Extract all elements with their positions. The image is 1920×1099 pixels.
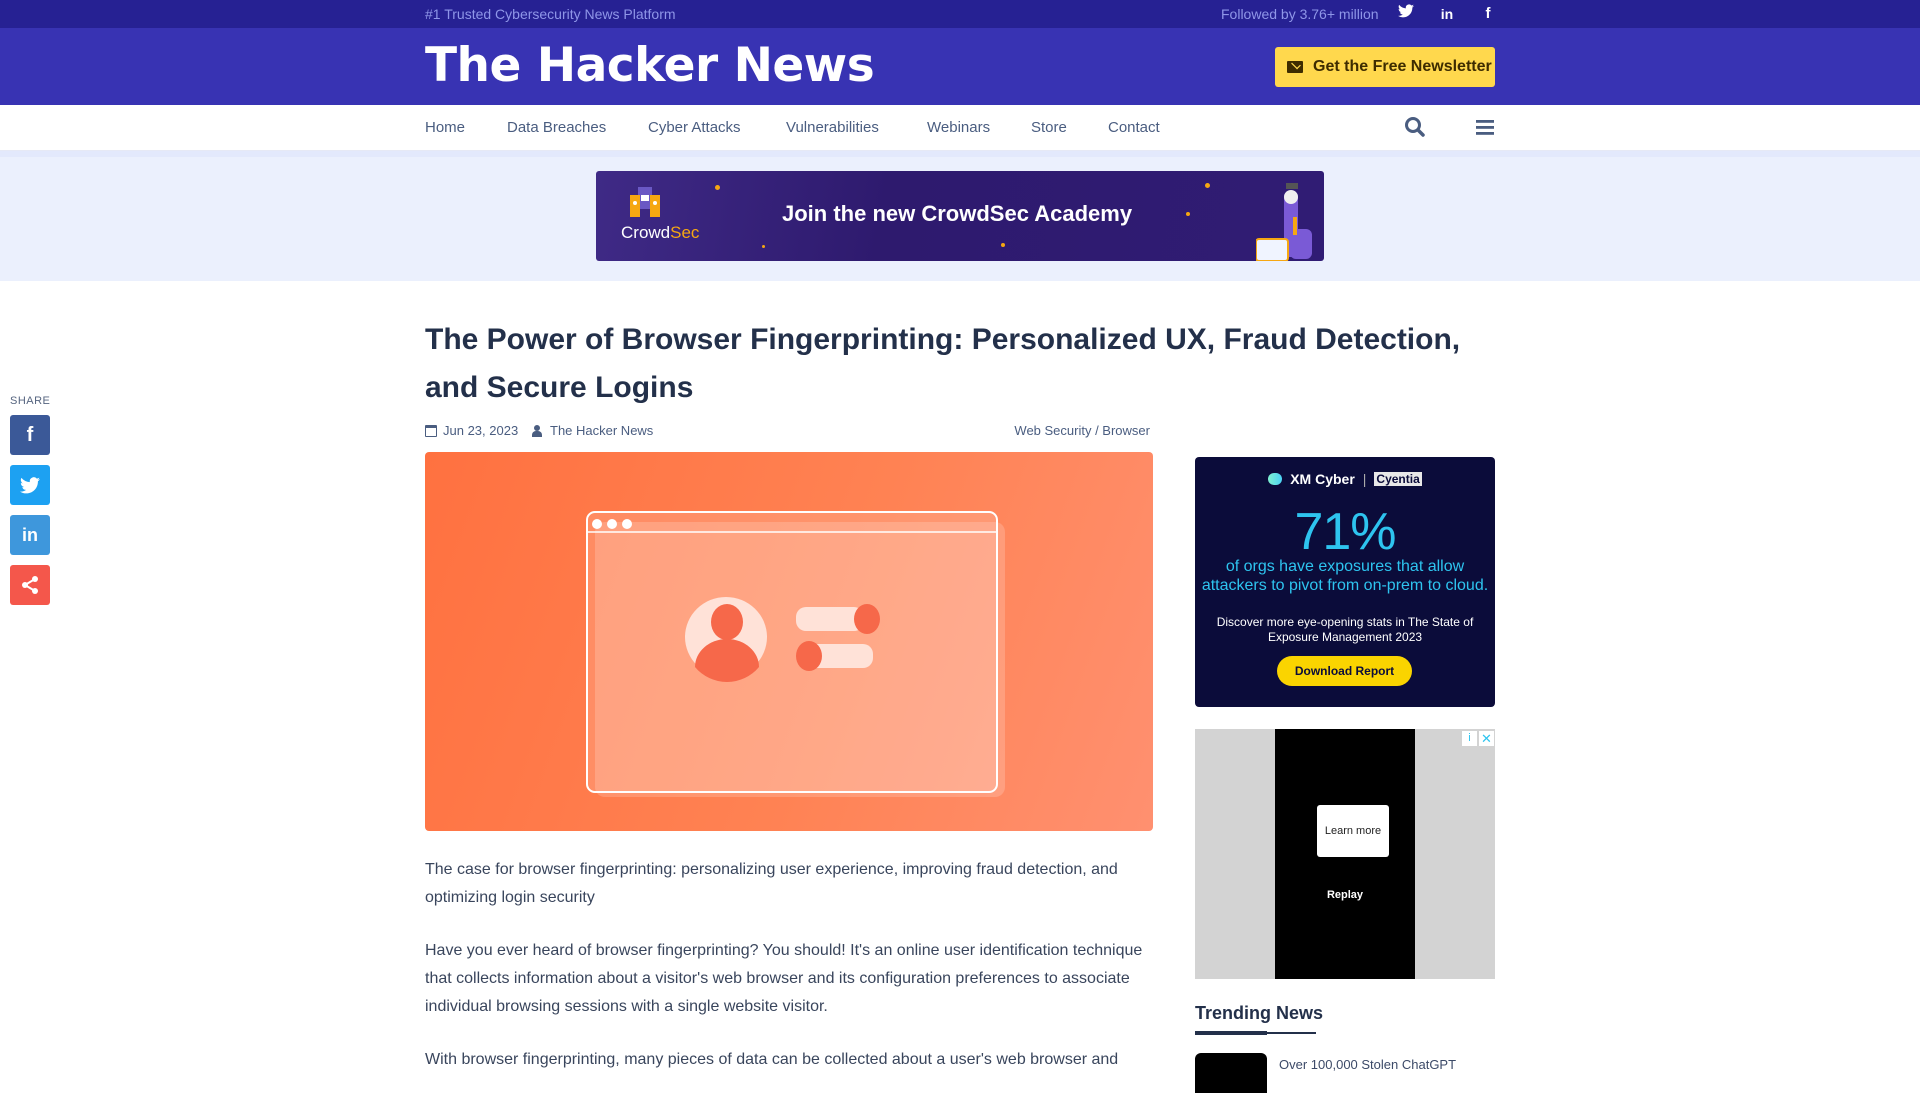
trending-thumbnail (1195, 1053, 1267, 1093)
article-meta: Jun 23, 2023 The Hacker News Web Securit… (425, 423, 1150, 441)
video-player[interactable]: Learn more Replay (1275, 729, 1415, 979)
nav-contact[interactable]: Contact (1108, 119, 1160, 136)
ad-stat: 71% (1294, 503, 1396, 561)
nav-data-breaches[interactable]: Data Breaches (507, 119, 606, 136)
hero-image (425, 452, 1153, 831)
replay-button[interactable]: Replay (1275, 889, 1415, 901)
article-body: The case for browser fingerprinting: per… (425, 856, 1153, 1099)
envelope-icon (1287, 61, 1303, 73)
search-icon[interactable] (1403, 115, 1429, 141)
decor-dot (715, 185, 720, 190)
divider: | (1362, 471, 1367, 487)
article-paragraph: With browser fingerprinting, many pieces… (425, 1051, 1119, 1068)
brand-xm-cyber: XM Cyber (1290, 471, 1355, 487)
decor-dot (762, 245, 765, 248)
nav-home[interactable]: Home (425, 119, 465, 136)
article-author: The Hacker News (532, 423, 653, 438)
llama-mascot-icon (1256, 183, 1312, 261)
learn-more-button[interactable]: Learn more (1317, 805, 1389, 857)
brand-crowd: Crowd (621, 223, 671, 242)
main-nav: Home Data Breaches Cyber Attacks Vulnera… (0, 105, 1920, 151)
site-header: The Hacker News Get the Free Newsletter (0, 28, 1920, 105)
nav-vulnerabilities[interactable]: Vulnerabilities (786, 119, 879, 136)
share-rail: SHARE f in (10, 395, 50, 615)
share-linkedin-button[interactable]: in (10, 515, 50, 555)
ad-claim: of orgs have exposures that allow attack… (1201, 558, 1489, 594)
facebook-icon: f (26, 423, 34, 446)
video-ad: Learn more Replay i ✕ (1195, 729, 1495, 979)
trending-title: Over 100,000 Stolen ChatGPT (1279, 1057, 1457, 1072)
crowdsec-mascot-icon (630, 187, 660, 217)
ad-subtext: Discover more eye-opening stats in The S… (1216, 615, 1474, 644)
crowdsec-brand: CrowdSec (621, 223, 699, 243)
xm-cyber-logo-icon (1268, 473, 1283, 485)
date-text: Jun 23, 2023 (443, 423, 519, 438)
browser-fingerprint-illustration (586, 511, 1005, 797)
top-bar: #1 Trusted Cybersecurity News Platform F… (0, 0, 1920, 28)
trending-heading: Trending News (1195, 1003, 1324, 1023)
nav-webinars[interactable]: Webinars (927, 119, 990, 136)
share-icon (22, 576, 38, 594)
ad-info-icon[interactable]: i (1462, 731, 1477, 746)
newsletter-label: Get the Free Newsletter (1313, 58, 1492, 75)
download-report-button[interactable]: Download Report (1277, 656, 1412, 686)
brand-cyentia: Cyentia (1374, 472, 1422, 486)
hamburger-menu-icon[interactable] (1473, 115, 1499, 141)
heading-underline (1195, 1031, 1316, 1035)
calendar-icon (425, 424, 437, 437)
linkedin-icon[interactable]: in (1437, 4, 1457, 24)
trending-news: Trending News Over 100,000 Stolen ChatGP… (1195, 1003, 1495, 1093)
linkedin-icon: in (22, 524, 38, 545)
followers-count: Followed by 3.76+ million (1221, 6, 1379, 22)
tagline: #1 Trusted Cybersecurity News Platform (425, 6, 676, 22)
facebook-icon[interactable]: f (1478, 4, 1498, 24)
article-categories[interactable]: Web Security / Browser (1014, 423, 1150, 438)
decor-dot (1205, 183, 1210, 188)
ad-logos: XM Cyber | Cyentia (1195, 471, 1495, 487)
share-facebook-button[interactable]: f (10, 415, 50, 455)
twitter-icon (20, 476, 40, 493)
author-text: The Hacker News (550, 423, 654, 438)
crowdsec-banner-ad[interactable]: CrowdSec Join the new CrowdSec Academy (596, 171, 1324, 261)
brand-sec: Sec (670, 223, 700, 242)
user-icon (532, 424, 542, 437)
share-more-button[interactable] (10, 565, 50, 605)
article-title: The Power of Browser Fingerprinting: Per… (425, 323, 1461, 404)
article-date: Jun 23, 2023 (425, 423, 518, 438)
site-logo[interactable]: The Hacker News (425, 38, 875, 93)
xm-cyber-ad[interactable]: XM Cyber | Cyentia 71% of orgs have expo… (1195, 457, 1495, 707)
decor-dot (1001, 243, 1005, 247)
share-label: SHARE (10, 395, 51, 407)
nav-store[interactable]: Store (1031, 119, 1067, 136)
close-icon[interactable]: ✕ (1479, 731, 1494, 746)
decor-dot (1186, 212, 1190, 216)
nav-cyber-attacks[interactable]: Cyber Attacks (648, 119, 741, 136)
trending-item[interactable]: Over 100,000 Stolen ChatGPT (1195, 1053, 1495, 1093)
share-twitter-button[interactable] (10, 465, 50, 505)
twitter-icon[interactable] (1396, 4, 1416, 24)
article-paragraph: Have you ever heard of browser fingerpri… (425, 942, 1143, 1015)
article-paragraph: The case for browser fingerprinting: per… (425, 861, 1118, 906)
newsletter-button[interactable]: Get the Free Newsletter (1275, 47, 1495, 87)
banner-headline: Join the new CrowdSec Academy (782, 201, 1133, 226)
